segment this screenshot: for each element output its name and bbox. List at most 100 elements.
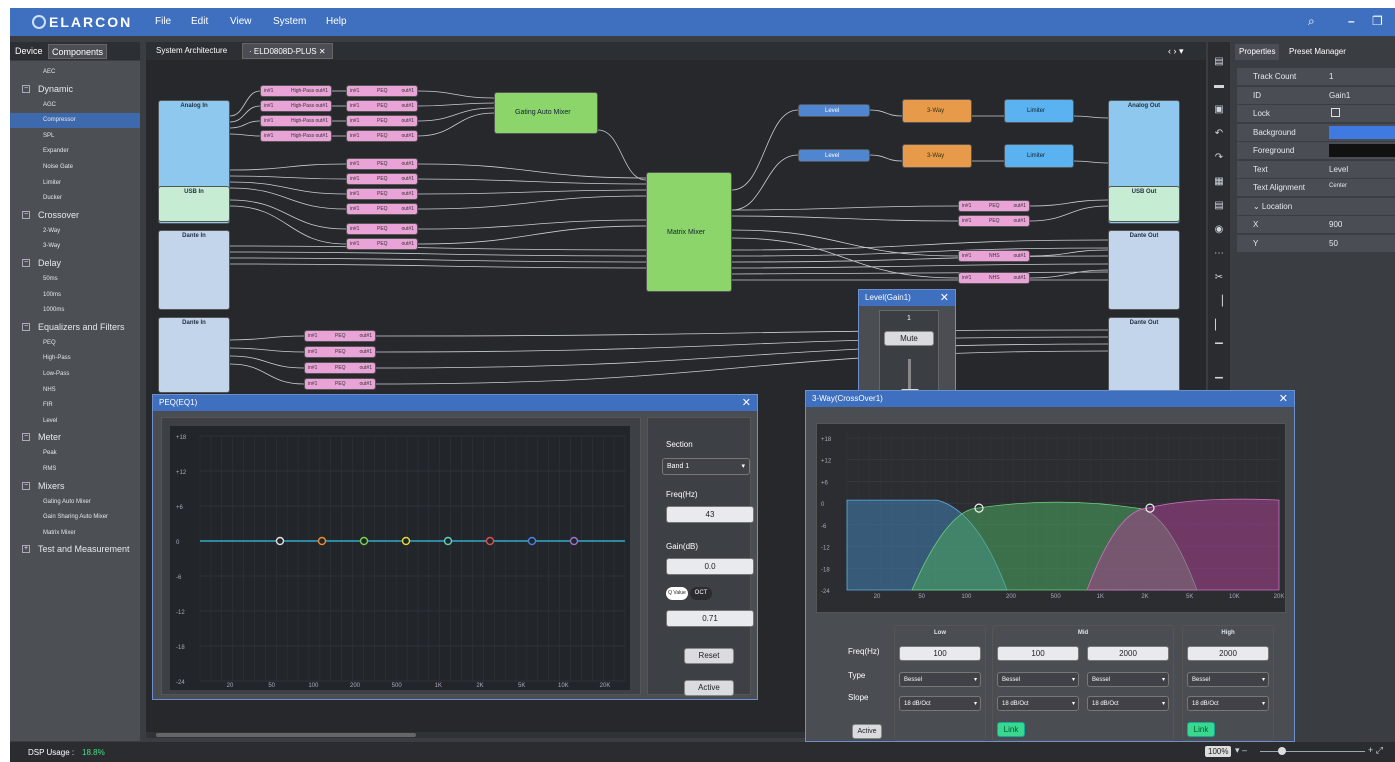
expand-icon[interactable]: − bbox=[22, 481, 30, 490]
component-item-spl[interactable]: SPL bbox=[10, 129, 140, 144]
block-peq-e1[interactable]: in#1 PEQ out#1 bbox=[958, 200, 1030, 212]
component-item-rms[interactable]: RMS bbox=[10, 462, 140, 477]
expand-icon[interactable]: − bbox=[22, 259, 30, 267]
reset-button[interactable]: Reset bbox=[684, 648, 734, 664]
expand-icon[interactable]: − bbox=[22, 210, 30, 219]
high-link-button[interactable]: Link bbox=[1187, 722, 1215, 737]
close-tab-icon[interactable]: ✕ bbox=[319, 47, 326, 56]
property-row-background[interactable]: Background bbox=[1237, 123, 1395, 141]
menu-file[interactable]: File bbox=[155, 16, 171, 27]
block-peq-c1[interactable]: in#1 PEQ out#1 bbox=[346, 223, 418, 235]
block-hp-1[interactable]: in#1 High-Pass out#1 bbox=[260, 85, 332, 97]
mid-slope-high-select[interactable]: 18 dB/Oct ▾ bbox=[1087, 696, 1169, 711]
component-item-3-way[interactable]: 3-Way bbox=[10, 239, 140, 254]
align-right-icon[interactable]: ▏ bbox=[1213, 320, 1225, 332]
q-value-toggle[interactable]: Q Value bbox=[666, 587, 688, 600]
redo-icon[interactable]: ↷ bbox=[1213, 152, 1225, 164]
save-icon[interactable]: ▣ bbox=[1213, 104, 1225, 116]
component-item-level[interactable]: Level bbox=[10, 414, 140, 429]
menu-view[interactable]: View bbox=[230, 16, 252, 27]
component-item-fir[interactable]: FIR bbox=[10, 398, 140, 413]
tab-properties[interactable]: Properties bbox=[1235, 44, 1280, 60]
component-item-ducker[interactable]: Ducker bbox=[10, 191, 140, 206]
open-folder-icon[interactable]: ▬ bbox=[1213, 80, 1225, 92]
tab-preset-manager[interactable]: Preset Manager bbox=[1285, 44, 1350, 60]
property-row-x[interactable]: X 900 bbox=[1237, 216, 1395, 233]
undo-icon[interactable]: ↶ bbox=[1213, 128, 1225, 140]
block-3way-1[interactable]: 3-Way bbox=[902, 99, 972, 123]
component-item-noise-gate[interactable]: Noise Gate bbox=[10, 160, 140, 175]
property-value[interactable]: Level bbox=[1329, 165, 1393, 177]
property-row-text-alignment[interactable]: Text Alignment Center bbox=[1237, 179, 1395, 196]
block-peq-d3[interactable]: in#1 PEQ out#1 bbox=[304, 362, 376, 374]
component-item-limiter[interactable]: Limiter bbox=[10, 176, 140, 191]
property-row-track-count[interactable]: Track Count 1 bbox=[1237, 68, 1395, 85]
block-peq-d4[interactable]: in#1 PEQ out#1 bbox=[304, 378, 376, 390]
block-peq-b4[interactable]: in#1 PEQ out#1 bbox=[346, 203, 418, 215]
list-icon[interactable]: ▤ bbox=[1213, 200, 1225, 212]
block-peq-c2[interactable]: in#1 PEQ out#1 bbox=[346, 238, 418, 250]
block-nhs-2[interactable]: in#1 NHS out#1 bbox=[958, 272, 1030, 284]
component-item-matrix-mixer[interactable]: Matrix Mixer bbox=[10, 526, 140, 541]
view-icon[interactable]: ◉ bbox=[1213, 224, 1225, 236]
expand-icon[interactable]: − bbox=[22, 322, 30, 331]
low-slope-select[interactable]: 18 dB/Oct ▾ bbox=[899, 696, 981, 711]
component-item-low-pass[interactable]: Low-Pass bbox=[10, 367, 140, 382]
more-icon[interactable]: ⋯ bbox=[1213, 248, 1225, 260]
close-icon[interactable]: ✕ bbox=[940, 290, 949, 306]
align-left-icon[interactable]: ▕ bbox=[1213, 296, 1225, 308]
background-color-swatch[interactable] bbox=[1329, 125, 1395, 139]
mute-button[interactable]: Mute bbox=[884, 331, 934, 346]
tab-system-architecture[interactable]: System Architecture bbox=[150, 43, 233, 59]
low-freq-input[interactable]: 100 bbox=[899, 646, 981, 661]
menu-edit[interactable]: Edit bbox=[191, 16, 208, 27]
eq-band-handle-6[interactable] bbox=[485, 536, 495, 546]
component-item-gain-sharing-auto-mixer[interactable]: Gain Sharing Auto Mixer bbox=[10, 510, 140, 525]
block-peq-b1[interactable]: in#1 PEQ out#1 bbox=[346, 158, 418, 170]
band-select[interactable]: Band 1 ▾ bbox=[662, 458, 750, 475]
block-hp-3[interactable]: in#1 High-Pass out#1 bbox=[260, 115, 332, 127]
eq-band-handle-3[interactable] bbox=[359, 536, 369, 546]
category-mixers[interactable]: − Mixers bbox=[10, 478, 140, 494]
restore-icon[interactable]: ❐ bbox=[1372, 14, 1383, 28]
oct-toggle[interactable]: OCT bbox=[690, 587, 712, 600]
block-limiter-2[interactable]: Limiter bbox=[1004, 144, 1074, 168]
menu-help[interactable]: Help bbox=[326, 16, 347, 27]
component-item-100ms[interactable]: 100ms bbox=[10, 288, 140, 303]
block-matrix-mixer[interactable]: Matrix Mixer bbox=[646, 172, 732, 292]
block-dante-in[interactable]: Dante In bbox=[158, 230, 230, 310]
block-peq-b2[interactable]: in#1 PEQ out#1 bbox=[346, 173, 418, 185]
category-delay[interactable]: − Delay bbox=[10, 255, 140, 271]
align-bottom-icon[interactable]: ▁ bbox=[1213, 368, 1225, 380]
tab-device[interactable]: Device bbox=[12, 44, 46, 59]
property-row-text[interactable]: Text Level bbox=[1237, 160, 1395, 178]
high-freq-input[interactable]: 2000 bbox=[1187, 646, 1269, 661]
block-peq-e2[interactable]: in#1 PEQ out#1 bbox=[958, 215, 1030, 227]
category-dynamic[interactable]: − Dynamic bbox=[10, 81, 140, 97]
component-item-compressor[interactable]: Compressor bbox=[10, 113, 140, 129]
peq-graph[interactable]: +18+12+60-6-12-18-24 20 50 100 200 500 1K 2K 5K 1… bbox=[170, 426, 630, 690]
close-icon[interactable]: ✕ bbox=[1279, 391, 1288, 407]
search-icon[interactable]: ⌕ bbox=[1308, 14, 1315, 29]
component-item-high-pass[interactable]: High-Pass bbox=[10, 351, 140, 366]
mid-slope-low-select[interactable]: 18 dB/Oct ▾ bbox=[997, 696, 1079, 711]
block-3way-2[interactable]: 3-Way bbox=[902, 144, 972, 168]
property-row-foreground[interactable]: Foreground bbox=[1237, 142, 1395, 159]
block-level-2[interactable]: Level bbox=[798, 149, 870, 162]
component-item-2-way[interactable]: 2-Way bbox=[10, 224, 140, 239]
property-value[interactable]: 50 bbox=[1329, 239, 1393, 251]
tools-icon[interactable]: ✂ bbox=[1213, 272, 1225, 284]
expand-icon[interactable]: − bbox=[22, 433, 30, 442]
high-slope-select[interactable]: 18 dB/Oct ▾ bbox=[1187, 696, 1269, 711]
category-crossover[interactable]: − Crossover bbox=[10, 207, 140, 223]
property-row-id[interactable]: ID Gain1 bbox=[1237, 86, 1395, 104]
zoom-slider[interactable] bbox=[1260, 751, 1365, 752]
zoom-slider-knob[interactable] bbox=[1278, 747, 1286, 755]
eq-band-handle-1[interactable] bbox=[275, 536, 285, 546]
high-type-select[interactable]: Bessel ▾ bbox=[1187, 672, 1269, 687]
mid-freq-high-input[interactable]: 2000 bbox=[1087, 646, 1169, 661]
minimize-icon[interactable]: – bbox=[1348, 14, 1355, 28]
mid-freq-low-input[interactable]: 100 bbox=[997, 646, 1079, 661]
monitor-icon[interactable]: ▦ bbox=[1213, 176, 1225, 188]
foreground-color-swatch[interactable] bbox=[1329, 144, 1395, 157]
